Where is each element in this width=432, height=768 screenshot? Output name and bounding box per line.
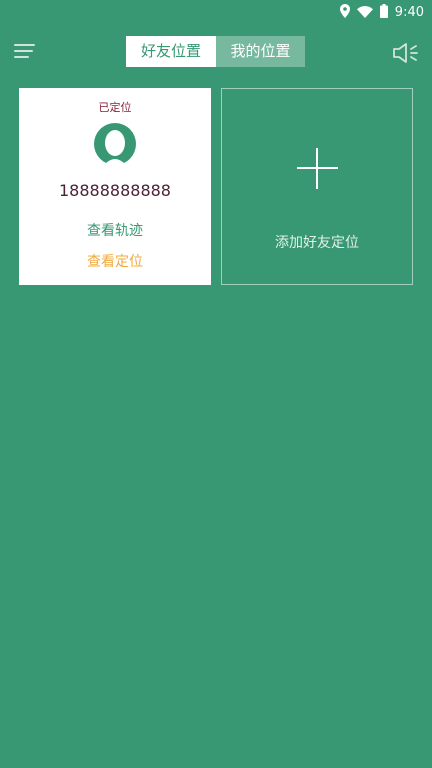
status-time: 9:40 bbox=[394, 4, 424, 20]
add-friend-label: 添加好友定位 bbox=[275, 235, 359, 251]
status-icons: 9:40 bbox=[339, 0, 424, 24]
location-icon bbox=[339, 3, 350, 22]
user-avatar-icon bbox=[94, 123, 136, 165]
app-bar: 好友位置 我的位置 bbox=[0, 24, 432, 80]
tab-friend-location[interactable]: 好友位置 bbox=[126, 36, 216, 67]
status-bar: 9:40 bbox=[0, 0, 432, 24]
tab-my-location[interactable]: 我的位置 bbox=[216, 36, 305, 67]
view-location-link[interactable]: 查看定位 bbox=[19, 251, 211, 271]
menu-icon[interactable] bbox=[14, 44, 38, 62]
location-status-label: 已定位 bbox=[98, 101, 132, 114]
battery-icon bbox=[379, 3, 388, 22]
friend-card: 已定位 18888888888 查看轨迹 查看定位 bbox=[19, 88, 211, 285]
speaker-icon[interactable] bbox=[392, 42, 420, 64]
friend-phone-number: 18888888888 bbox=[59, 181, 171, 200]
location-tabs: 好友位置 我的位置 bbox=[126, 36, 305, 67]
add-friend-location-button[interactable]: 添加好友定位 bbox=[221, 88, 413, 285]
view-track-link[interactable]: 查看轨迹 bbox=[19, 220, 211, 240]
wifi-icon bbox=[356, 3, 373, 22]
